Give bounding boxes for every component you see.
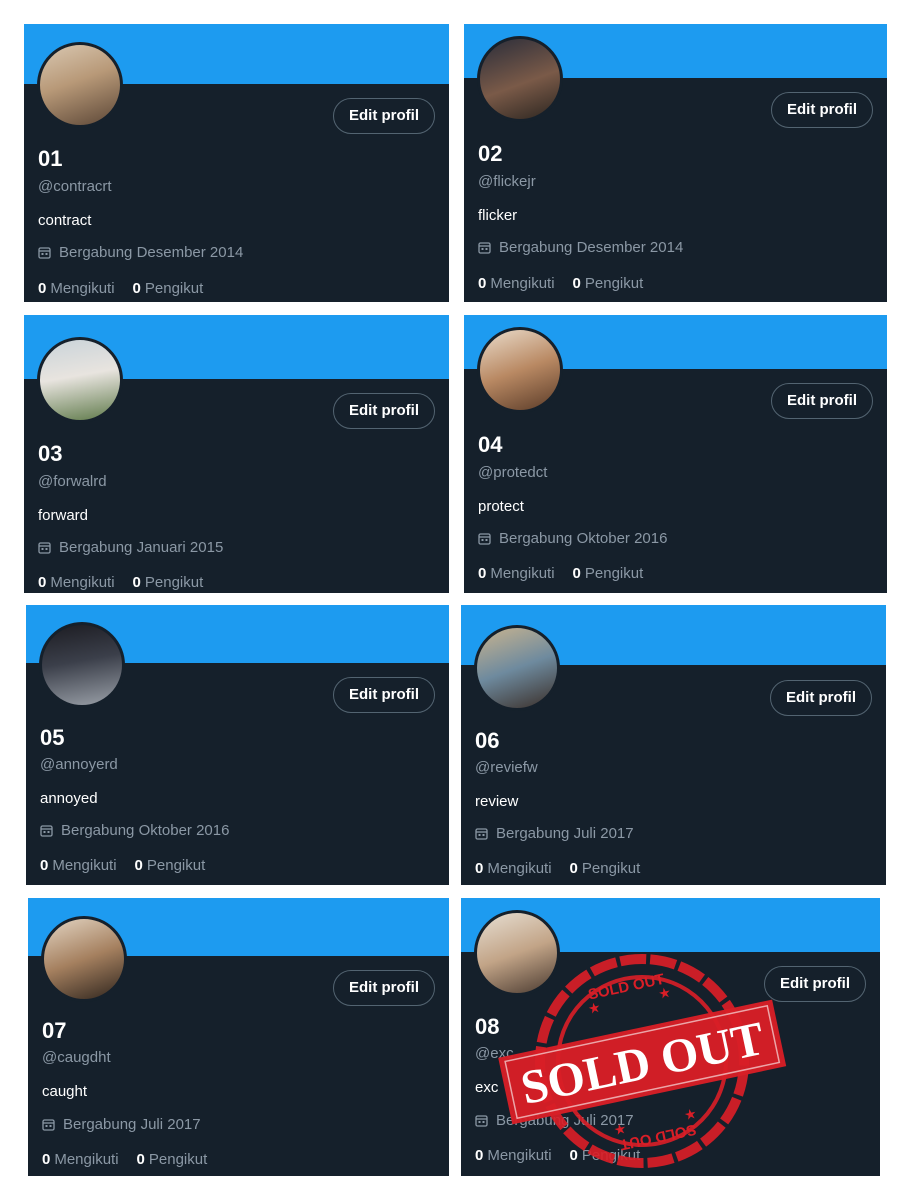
profile-card: Edit profil 03 @forwalrd forward Bergabu… — [24, 315, 449, 593]
profile-bio: flicker — [478, 207, 518, 224]
followers-link[interactable]: 0 Pengikut — [573, 275, 644, 292]
join-date: Bergabung Januari 2015 — [38, 539, 223, 556]
profile-number: 05 — [40, 725, 65, 750]
edit-profile-button[interactable]: Edit profil — [770, 680, 872, 716]
profile-handle: @caugdht — [42, 1049, 111, 1066]
profile-number: 06 — [475, 728, 500, 753]
calendar-icon — [478, 533, 491, 545]
edit-profile-button[interactable]: Edit profil — [333, 677, 435, 713]
following-link[interactable]: 0 Mengikuti — [40, 857, 117, 874]
join-date-text: Bergabung Oktober 2016 — [499, 530, 668, 547]
edit-profile-button[interactable]: Edit profil — [771, 92, 873, 128]
profile-card: Edit profil 02 @flickejr flicker Bergabu… — [464, 24, 887, 302]
profile-number: 03 — [38, 441, 63, 466]
following-link[interactable]: 0 Mengikuti — [38, 280, 115, 297]
profile-avatar[interactable] — [39, 622, 125, 708]
profile-handle: @annoyerd — [40, 756, 118, 773]
following-link[interactable]: 0 Mengikuti — [42, 1151, 119, 1168]
profile-bio: review — [475, 793, 519, 810]
profile-avatar[interactable] — [474, 910, 560, 996]
join-date-text: Bergabung Juli 2017 — [496, 825, 634, 842]
follow-stats: 0 Mengikuti 0 Pengikut — [38, 574, 203, 591]
follow-stats: 0 Mengikuti 0 Pengikut — [40, 857, 205, 874]
follow-stats: 0 Mengikuti 0 Pengikut — [38, 280, 203, 297]
calendar-icon — [38, 542, 51, 554]
followers-link[interactable]: 0 Pengikut — [133, 574, 204, 591]
calendar-icon — [478, 242, 491, 254]
calendar-icon — [38, 247, 51, 259]
join-date-text: Bergabung Desember 2014 — [499, 239, 684, 256]
join-date: Bergabung Oktober 2016 — [40, 822, 229, 839]
profile-bio: exc — [475, 1079, 499, 1096]
profile-bio: forward — [38, 507, 89, 524]
followers-link[interactable]: 0 Pengikut — [135, 857, 206, 874]
profile-avatar[interactable] — [37, 42, 123, 128]
following-link[interactable]: 0 Mengikuti — [475, 1147, 552, 1164]
join-date: Bergabung Juli 2017 — [475, 825, 634, 842]
profile-handle: @protedct — [478, 464, 548, 481]
following-link[interactable]: 0 Mengikuti — [475, 860, 552, 877]
edit-profile-button[interactable]: Edit profil — [333, 393, 435, 429]
join-date: Bergabung Juli 2017 — [475, 1112, 634, 1129]
join-date-text: Bergabung Oktober 2016 — [61, 822, 230, 839]
followers-link[interactable]: 0 Pengikut — [570, 860, 641, 877]
join-date: Bergabung Desember 2014 — [38, 244, 243, 261]
join-date: Bergabung Desember 2014 — [478, 239, 683, 256]
followers-link[interactable]: 0 Pengikut — [573, 565, 644, 582]
profile-bio: protect — [478, 498, 524, 515]
calendar-icon — [42, 1119, 55, 1131]
profile-card: Edit profil 08 @exc exc Bergabung Juli 2… — [461, 898, 880, 1176]
profile-avatar[interactable] — [477, 327, 563, 413]
calendar-icon — [40, 825, 53, 837]
profile-number: 08 — [475, 1014, 500, 1039]
profile-avatar[interactable] — [41, 916, 127, 1002]
edit-profile-button[interactable]: Edit profil — [771, 383, 873, 419]
profile-bio: annoyed — [40, 790, 98, 807]
follow-stats: 0 Mengikuti 0 Pengikut — [478, 565, 643, 582]
profile-bio: caught — [42, 1083, 88, 1100]
followers-link[interactable]: 0 Pengikut — [133, 280, 204, 297]
profile-number: 07 — [42, 1018, 67, 1043]
follow-stats: 0 Mengikuti 0 Pengikut — [42, 1151, 207, 1168]
profile-bio: contract — [38, 212, 92, 229]
profile-handle: @exc — [475, 1045, 514, 1062]
profile-handle: @flickejr — [478, 173, 536, 190]
join-date-text: Bergabung Juli 2017 — [496, 1112, 634, 1129]
calendar-icon — [475, 1115, 488, 1127]
following-link[interactable]: 0 Mengikuti — [38, 574, 115, 591]
edit-profile-button[interactable]: Edit profil — [333, 970, 435, 1006]
calendar-icon — [475, 828, 488, 840]
followers-link[interactable]: 0 Pengikut — [570, 1147, 641, 1164]
profile-card: Edit profil 04 @protedct protect Bergabu… — [464, 315, 887, 593]
profile-card: Edit profil 05 @annoyerd annoyed Bergabu… — [26, 605, 449, 885]
follow-stats: 0 Mengikuti 0 Pengikut — [475, 1147, 640, 1164]
profile-handle: @contracrt — [38, 178, 112, 195]
profile-number: 02 — [478, 141, 503, 166]
profile-avatar[interactable] — [474, 625, 560, 711]
following-link[interactable]: 0 Mengikuti — [478, 565, 555, 582]
profile-handle: @forwalrd — [38, 473, 107, 490]
join-date-text: Bergabung Januari 2015 — [59, 539, 224, 556]
following-link[interactable]: 0 Mengikuti — [478, 275, 555, 292]
join-date-text: Bergabung Juli 2017 — [63, 1116, 201, 1133]
join-date: Bergabung Juli 2017 — [42, 1116, 201, 1133]
follow-stats: 0 Mengikuti 0 Pengikut — [478, 275, 643, 292]
profile-card: Edit profil 01 @contracrt contract Berga… — [24, 24, 449, 302]
edit-profile-button[interactable]: Edit profil — [764, 966, 866, 1002]
profile-avatar[interactable] — [37, 337, 123, 423]
profile-number: 04 — [478, 432, 503, 457]
profile-handle: @reviefw — [475, 759, 538, 776]
profile-avatar[interactable] — [477, 36, 563, 122]
join-date: Bergabung Oktober 2016 — [478, 530, 667, 547]
profile-number: 01 — [38, 146, 63, 171]
join-date-text: Bergabung Desember 2014 — [59, 244, 244, 261]
edit-profile-button[interactable]: Edit profil — [333, 98, 435, 134]
follow-stats: 0 Mengikuti 0 Pengikut — [475, 860, 640, 877]
followers-link[interactable]: 0 Pengikut — [137, 1151, 208, 1168]
profile-card: Edit profil 07 @caugdht caught Bergabung… — [28, 898, 449, 1176]
profile-card: Edit profil 06 @reviefw review Bergabung… — [461, 605, 886, 885]
